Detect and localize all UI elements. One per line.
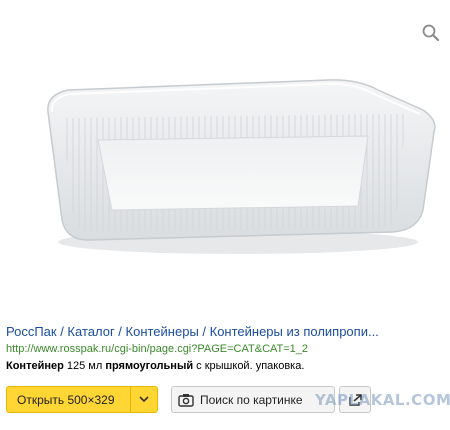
description-bold-1: Контейнер (6, 360, 64, 372)
description-bold-2: прямоугольный (105, 360, 194, 372)
image-preview[interactable] (0, 0, 450, 318)
camera-icon (178, 393, 194, 407)
result-url-link[interactable]: http://www.rosspak.ru/cgi-bin/page.cgi?P… (6, 343, 308, 355)
description-text-1: 125 мл (63, 360, 106, 372)
size-dropdown-toggle[interactable] (130, 387, 157, 412)
result-description: Контейнер 125 мл прямоугольный с крышкой… (6, 360, 304, 372)
search-by-image-button[interactable]: Поиск по картинке (171, 386, 335, 413)
container-image (47, 79, 436, 254)
open-image-label: Открыть 500×329 (17, 392, 115, 407)
description-text-2: с крышкой. упаковка. (193, 360, 305, 372)
search-by-image-label: Поиск по картинке (200, 392, 303, 407)
chevron-down-icon (139, 396, 149, 403)
zoom-icon[interactable] (420, 22, 442, 44)
watermark: YAPLAKAL.COM (315, 391, 450, 409)
result-title-link[interactable]: РоссПак / Каталог / Контейнеры / Контейн… (6, 324, 446, 339)
open-image-button[interactable]: Открыть 500×329 (6, 386, 158, 413)
